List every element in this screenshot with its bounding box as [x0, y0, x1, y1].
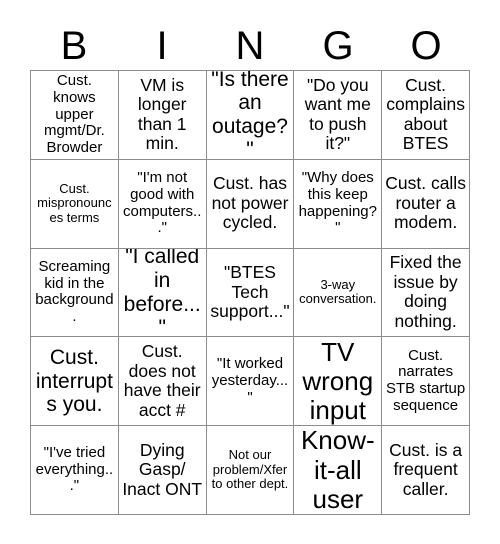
bingo-cell-r1c4[interactable]: "Do you want me to push it?" — [294, 71, 383, 160]
bingo-cell-label: "Do you want me to push it?" — [304, 74, 371, 154]
bingo-cell-r2c3[interactable]: Cust. has not power cycled. — [206, 159, 295, 249]
bingo-cell-label: Not our problem/Xfer to other dept. — [211, 447, 289, 492]
bingo-cell-label: Fixed the issue by doing nothing. — [389, 252, 462, 332]
bingo-cell-label: TV wrong input — [302, 337, 374, 425]
bingo-cell-r2c4[interactable]: "Why does this keep happening?" — [294, 159, 383, 249]
bingo-cell-label: Cust. interrupts you. — [35, 346, 113, 417]
bingo-cell-r5c2[interactable]: Dying Gasp/ Inact ONT — [118, 426, 207, 515]
bingo-cell-label: "BTES Tech support..." — [210, 262, 290, 322]
bingo-cell-label: Cust. mispronounces terms — [37, 180, 112, 225]
bingo-cell-r5c5[interactable]: Cust. is a frequent caller. — [382, 426, 470, 515]
bingo-cell-r4c3[interactable]: "It worked yesterday..." — [206, 337, 295, 427]
bingo-cell-label: Cust. narrates STB startup sequence — [385, 346, 466, 415]
bingo-cell-r2c5[interactable]: Cust. calls router a modem. — [382, 159, 470, 249]
bingo-card: B I N G O Cust. knows upper mgmt/Dr. Bro… — [0, 0, 500, 544]
bingo-cell-r1c5[interactable]: Cust. complains about BTES — [382, 71, 470, 160]
bingo-cell-label: "Why does this keep happening?" — [298, 169, 377, 237]
header-letter-i: I — [156, 24, 168, 68]
bingo-cell-r1c3[interactable]: "Is there an outage?" — [206, 71, 295, 160]
header-letter-o: O — [410, 24, 442, 68]
bingo-cell-label: Know-it-all user — [300, 426, 375, 514]
bingo-cell-r3c5[interactable]: Fixed the issue by doing nothing. — [382, 248, 470, 338]
bingo-cell-label: 3-way conversation. — [299, 276, 377, 307]
bingo-cell-label: Cust. is a frequent caller. — [389, 439, 463, 499]
header-letter-n: N — [235, 24, 265, 68]
bingo-cell-r1c2[interactable]: VM is longer than 1 min. — [118, 71, 207, 160]
bingo-grid: Cust. knows upper mgmt/Dr. Browder VM is … — [30, 70, 470, 515]
bingo-cell-label: "It worked yesterday..." — [211, 355, 289, 406]
bingo-cell-r5c3[interactable]: Not our problem/Xfer to other dept. — [206, 426, 295, 515]
header-letter-g: G — [322, 24, 354, 68]
bingo-cell-r4c4[interactable]: TV wrong input — [294, 337, 383, 427]
bingo-cell-r5c4[interactable]: Know-it-all user — [294, 426, 383, 515]
bingo-header: B I N G O — [30, 22, 470, 70]
bingo-cell-r5c1[interactable]: "I've tried everything..." — [31, 426, 119, 515]
bingo-cell-r4c5[interactable]: Cust. narrates STB startup sequence — [382, 337, 470, 427]
bingo-cell-label: Cust. knows upper mgmt/Dr. Browder — [43, 71, 105, 157]
bingo-cell-r2c1[interactable]: Cust. mispronounces terms — [31, 159, 119, 249]
bingo-cell-label: Cust. has not power cycled. — [211, 173, 289, 233]
bingo-cell-r2c2[interactable]: "I'm not good with computers..." — [118, 159, 207, 249]
bingo-cell-label: "I've tried everything..." — [35, 443, 114, 495]
bingo-cell-r3c4[interactable]: 3-way conversation. — [294, 248, 383, 338]
bingo-cell-r3c1[interactable]: Screaming kid in the background. — [31, 248, 119, 338]
bingo-cell-label: "I'm not good with computers..." — [123, 169, 202, 237]
bingo-cell-r3c3[interactable]: "BTES Tech support..." — [206, 248, 295, 338]
bingo-cell-r1c1[interactable]: Cust. knows upper mgmt/Dr. Browder — [31, 71, 119, 160]
bingo-cell-label: VM is longer than 1 min. — [137, 74, 187, 154]
bingo-cell-r4c2[interactable]: Cust. does not have their acct # — [118, 337, 207, 427]
bingo-cell-label: Cust. calls router a modem. — [385, 173, 466, 233]
bingo-cell-label: Cust. does not have their acct # — [123, 341, 201, 420]
bingo-cell-r4c1[interactable]: Cust. interrupts you. — [31, 337, 119, 427]
bingo-cell-r3c2[interactable]: "I called in before..." — [118, 248, 207, 338]
bingo-cell-label: Cust. complains about BTES — [386, 74, 465, 154]
bingo-cell-label: Screaming kid in the background. — [35, 257, 114, 326]
bingo-cell-label: "I called in before..." — [123, 248, 201, 338]
bingo-cell-label: "Is there an outage?" — [211, 71, 289, 160]
header-letter-b: B — [60, 24, 88, 68]
bingo-cell-label: Dying Gasp/ Inact ONT — [122, 439, 203, 499]
